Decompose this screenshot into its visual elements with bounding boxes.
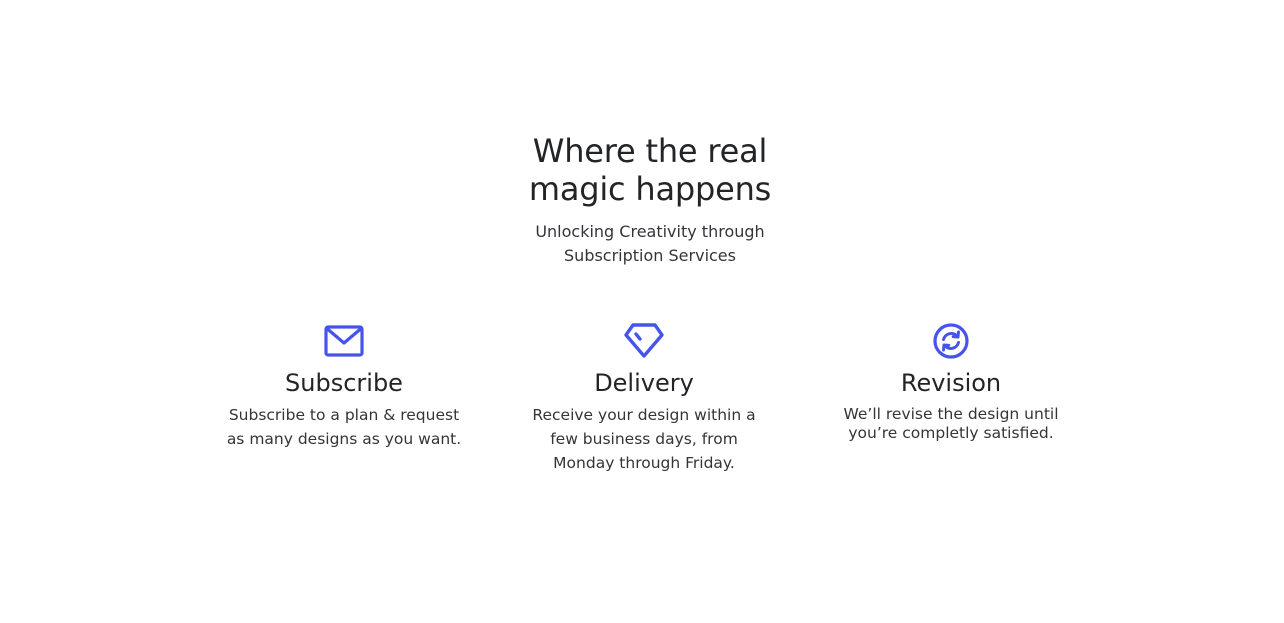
feature-desc-line: Monday through Friday. (553, 454, 735, 472)
hero-subtitle-line-1: Unlocking Creativity through (535, 222, 765, 241)
hero-subtitle: Unlocking Creativity through Subscriptio… (0, 220, 1284, 268)
hero-title-line-2: magic happens (528, 170, 772, 208)
feature-desc-line: Subscribe to a plan & request (228, 406, 460, 424)
feature-delivery: Delivery Receive your design within a fe… (505, 320, 783, 475)
feature-desc-revision: We’ll revise the design until you’re com… (812, 405, 1090, 443)
feature-subscribe: Subscribe Subscribe to a plan & request … (205, 320, 483, 451)
refresh-icon (933, 323, 969, 359)
hero-title: Where the real magic happens (0, 132, 1284, 208)
feature-desc-line: Receive your design within a (532, 406, 756, 424)
feature-revision: Revision We’ll revise the design until y… (812, 320, 1090, 443)
feature-title-revision: Revision (900, 369, 1002, 397)
feature-desc-line: We’ll revise the design until (843, 405, 1059, 423)
diamond-icon (624, 323, 664, 358)
hero-title-line-1: Where the real (532, 132, 768, 170)
hero-section: Where the real magic happens Unlocking C… (0, 132, 1284, 268)
feature-title-delivery: Delivery (594, 369, 694, 397)
hero-subtitle-line-2: Subscription Services (564, 246, 736, 265)
feature-desc-line: as many designs as you want. (226, 430, 462, 448)
feature-desc-line: you’re completly satisfied. (848, 424, 1054, 442)
feature-desc-line: few business days, from (550, 430, 738, 448)
feature-desc-subscribe: Subscribe to a plan & request as many de… (205, 403, 483, 451)
feature-title-subscribe: Subscribe (285, 369, 403, 397)
feature-desc-delivery: Receive your design within a few busines… (505, 403, 783, 475)
mail-icon (324, 325, 364, 357)
